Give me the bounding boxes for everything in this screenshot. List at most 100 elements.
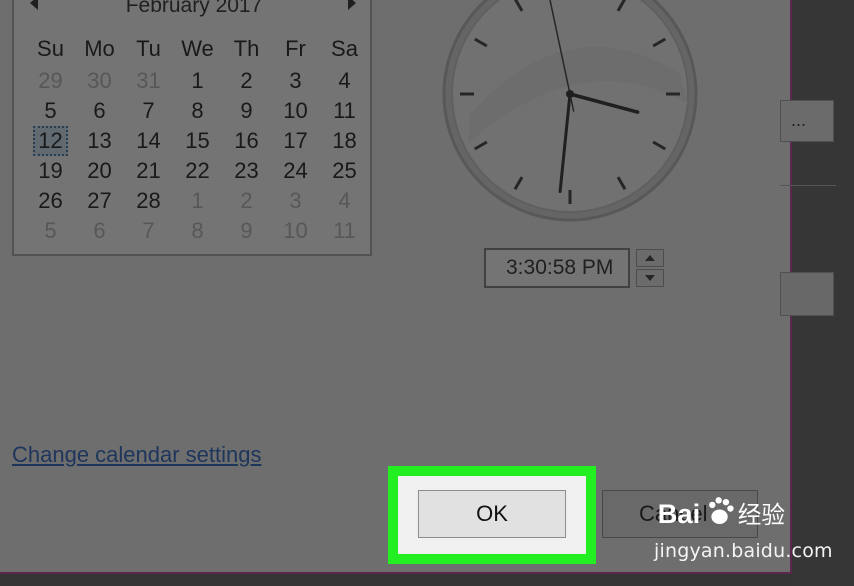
calendar-day[interactable]: 14 — [124, 126, 173, 156]
calendar-day[interactable]: 4 — [320, 186, 369, 216]
calendar-day-label: 3 — [289, 68, 302, 93]
calendar-week-row: 19 20 21 22 23 24 25 — [26, 156, 369, 186]
calendar-day-label: 8 — [191, 98, 204, 123]
calendar-day-label: 3 — [289, 188, 302, 213]
calendar-day-label: 2 — [240, 188, 253, 213]
analog-clock — [442, 0, 698, 222]
jingyan-text: 经验 — [738, 501, 785, 529]
calendar-day[interactable]: 6 — [75, 96, 124, 126]
calendar-day[interactable]: 6 — [75, 216, 124, 246]
calendar-day[interactable]: 5 — [26, 216, 75, 246]
calendar-day[interactable]: 5 — [26, 96, 75, 126]
calendar-day[interactable]: 28 — [124, 186, 173, 216]
calendar-day-label: 29 — [38, 68, 63, 93]
calendar-day[interactable]: 27 — [75, 186, 124, 216]
calendar-day[interactable]: 24 — [271, 156, 320, 186]
calendar-day[interactable]: 7 — [124, 96, 173, 126]
calendar-day[interactable]: 1 — [173, 66, 222, 96]
calendar-day-label: 14 — [136, 128, 161, 153]
calendar-day[interactable]: 9 — [222, 216, 271, 246]
baidu-watermark: Bai 经验 jingyan.baidu.com — [650, 494, 833, 574]
calendar-day[interactable]: 10 — [271, 96, 320, 126]
calendar: February 2017 Su Mo Tu We Th Fr Sa 29 30 31 1 2 3 4 5… — [12, 0, 372, 256]
weekday-header: Su — [37, 36, 64, 61]
calendar-day-label: 23 — [234, 158, 259, 183]
time-input[interactable]: 3:30:58 PM — [484, 248, 630, 288]
paw-icon — [709, 497, 734, 524]
calendar-day[interactable]: 17 — [271, 126, 320, 156]
calendar-day-label: 27 — [87, 188, 112, 213]
calendar-day[interactable]: 10 — [271, 216, 320, 246]
calendar-day[interactable]: 9 — [222, 96, 271, 126]
watermark-url: jingyan.baidu.com — [654, 540, 833, 562]
calendar-day[interactable]: 16 — [222, 126, 271, 156]
ok-highlight-inner: OK — [398, 476, 586, 554]
weekday-header: Sa — [331, 36, 358, 61]
calendar-week-row: 12 13 14 15 16 17 18 — [26, 126, 369, 156]
calendar-day[interactable]: 15 — [173, 126, 222, 156]
calendar-day-label: 21 — [136, 158, 161, 183]
calendar-day-label: 15 — [185, 128, 210, 153]
calendar-day-label: 10 — [283, 98, 308, 123]
calendar-day-label: 9 — [240, 218, 253, 243]
calendar-day-selected[interactable]: 12 — [26, 126, 75, 156]
calendar-month-label[interactable]: February 2017 — [114, 0, 274, 18]
calendar-day[interactable]: 11 — [320, 216, 369, 246]
calendar-day[interactable]: 4 — [320, 66, 369, 96]
calendar-day[interactable]: 3 — [271, 186, 320, 216]
calendar-day-label: 18 — [332, 128, 357, 153]
ok-button[interactable]: OK — [418, 490, 566, 538]
calendar-day[interactable]: 21 — [124, 156, 173, 186]
calendar-day-label: 7 — [142, 98, 155, 123]
next-month-arrow-icon[interactable] — [348, 0, 356, 10]
calendar-day[interactable]: 31 — [124, 66, 173, 96]
calendar-day-label: 9 — [240, 98, 253, 123]
calendar-day-label: 11 — [333, 98, 356, 123]
calendar-day-label: 7 — [142, 218, 155, 243]
baidu-logo-text: Bai — [658, 498, 700, 529]
calendar-day[interactable]: 7 — [124, 216, 173, 246]
calendar-header: February 2017 — [14, 0, 370, 18]
calendar-day-label: 22 — [185, 158, 210, 183]
calendar-day-label: 12 — [33, 126, 68, 156]
calendar-week-row: 5 6 7 8 9 10 11 — [26, 96, 369, 126]
up-arrow-icon — [645, 255, 655, 261]
calendar-day-label: 8 — [191, 218, 204, 243]
calendar-week-row: 26 27 28 1 2 3 4 — [26, 186, 369, 216]
side-ellipsis-button[interactable]: ... — [780, 100, 834, 142]
previous-month-arrow-icon[interactable] — [30, 0, 38, 10]
calendar-day-label: 30 — [87, 68, 112, 93]
change-calendar-settings-link[interactable]: Change calendar settings — [12, 442, 262, 468]
calendar-day[interactable]: 23 — [222, 156, 271, 186]
baidu-logo: Bai 经验 — [658, 497, 785, 529]
calendar-day[interactable]: 2 — [222, 186, 271, 216]
calendar-day[interactable]: 1 — [173, 186, 222, 216]
time-spin-up-button[interactable] — [636, 249, 664, 267]
calendar-day[interactable]: 8 — [173, 216, 222, 246]
calendar-day-label: 4 — [338, 68, 351, 93]
calendar-day[interactable]: 3 — [271, 66, 320, 96]
calendar-day-label: 24 — [283, 158, 308, 183]
calendar-day[interactable]: 20 — [75, 156, 124, 186]
calendar-day[interactable]: 2 — [222, 66, 271, 96]
calendar-day-label: 20 — [87, 158, 112, 183]
time-spin-down-button[interactable] — [636, 269, 664, 287]
calendar-day[interactable]: 22 — [173, 156, 222, 186]
calendar-day[interactable]: 8 — [173, 96, 222, 126]
calendar-day[interactable]: 29 — [26, 66, 75, 96]
calendar-day[interactable]: 11 — [320, 96, 369, 126]
calendar-day-label: 16 — [234, 128, 259, 153]
calendar-day[interactable]: 13 — [75, 126, 124, 156]
calendar-day-label: 19 — [38, 158, 63, 183]
calendar-day[interactable]: 18 — [320, 126, 369, 156]
side-button[interactable] — [780, 272, 834, 316]
calendar-day[interactable]: 30 — [75, 66, 124, 96]
calendar-days: 29 30 31 1 2 3 4 5 6 7 8 9 10 11 12 13 14 15 16 17 18 19 20 21 2… — [26, 66, 369, 246]
calendar-day[interactable]: 25 — [320, 156, 369, 186]
calendar-day-label: 5 — [44, 218, 57, 243]
calendar-day[interactable]: 19 — [26, 156, 75, 186]
calendar-day[interactable]: 26 — [26, 186, 75, 216]
ok-highlight-box: OK — [388, 466, 596, 564]
weekday-header: We — [181, 36, 214, 61]
calendar-day-label: 1 — [191, 68, 204, 93]
